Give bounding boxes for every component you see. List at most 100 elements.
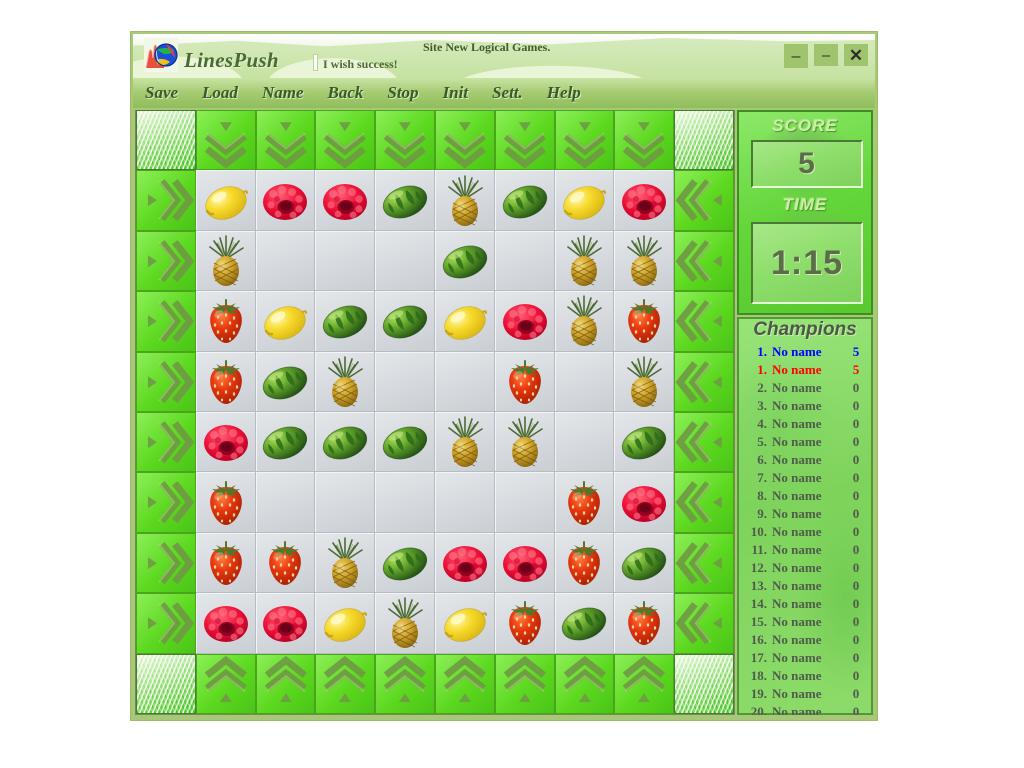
chevron-left-arrow-tile[interactable] <box>674 532 734 594</box>
watermelon-fruit-icon[interactable] <box>315 291 376 352</box>
watermelon-fruit-icon[interactable] <box>614 411 675 473</box>
pineapple-fruit-icon[interactable] <box>315 351 376 412</box>
watermelon-fruit-icon[interactable] <box>614 532 675 594</box>
empty-tile[interactable] <box>375 230 435 292</box>
chevron-right-arrow-tile[interactable] <box>136 230 196 292</box>
strawberry-fruit-icon[interactable] <box>494 593 555 654</box>
chevron-down-arrow-tile[interactable] <box>375 110 435 171</box>
chevron-left-arrow-tile[interactable] <box>674 351 734 412</box>
menu-item-sett[interactable]: Sett. <box>492 83 523 103</box>
chevron-left-arrow-tile[interactable] <box>674 593 734 654</box>
maximize-button[interactable]: – <box>814 44 838 66</box>
watermelon-fruit-icon[interactable] <box>375 170 435 231</box>
lemon-fruit-icon[interactable] <box>255 291 316 352</box>
chevron-up-arrow-tile[interactable] <box>494 653 555 714</box>
chevron-up-arrow-tile[interactable] <box>195 653 256 714</box>
empty-tile[interactable] <box>375 351 435 412</box>
chevron-down-arrow-tile[interactable] <box>614 110 675 171</box>
raspberry-fruit-icon[interactable] <box>255 593 316 654</box>
lemon-fruit-icon[interactable] <box>434 593 495 654</box>
raspberry-fruit-icon[interactable] <box>434 532 495 594</box>
raspberry-fruit-icon[interactable] <box>494 291 555 352</box>
empty-tile[interactable] <box>255 230 316 292</box>
chevron-left-arrow-tile[interactable] <box>674 291 734 352</box>
pineapple-fruit-icon[interactable] <box>614 230 675 292</box>
raspberry-fruit-icon[interactable] <box>614 472 675 533</box>
watermelon-fruit-icon[interactable] <box>375 411 435 473</box>
empty-tile[interactable] <box>434 472 495 533</box>
menu-item-stop[interactable]: Stop <box>387 83 418 103</box>
watermelon-fruit-icon[interactable] <box>255 351 316 412</box>
chevron-left-arrow-tile[interactable] <box>674 411 734 473</box>
pineapple-fruit-icon[interactable] <box>434 170 495 231</box>
chevron-up-arrow-tile[interactable] <box>614 653 675 714</box>
strawberry-fruit-icon[interactable] <box>195 532 256 594</box>
raspberry-fruit-icon[interactable] <box>614 170 675 231</box>
raspberry-fruit-icon[interactable] <box>255 170 316 231</box>
empty-tile[interactable] <box>315 230 376 292</box>
minimize-button[interactable]: – <box>784 44 808 68</box>
strawberry-fruit-icon[interactable] <box>614 291 675 352</box>
watermelon-fruit-icon[interactable] <box>434 230 495 292</box>
watermelon-fruit-icon[interactable] <box>375 291 435 352</box>
empty-tile[interactable] <box>375 472 435 533</box>
strawberry-fruit-icon[interactable] <box>195 291 256 352</box>
chevron-right-arrow-tile[interactable] <box>136 593 196 654</box>
pineapple-fruit-icon[interactable] <box>494 411 555 473</box>
menu-item-back[interactable]: Back <box>327 83 363 103</box>
pineapple-fruit-icon[interactable] <box>554 291 615 352</box>
chevron-up-arrow-tile[interactable] <box>315 653 376 714</box>
chevron-left-arrow-tile[interactable] <box>674 472 734 533</box>
empty-tile[interactable] <box>255 472 316 533</box>
raspberry-fruit-icon[interactable] <box>195 593 256 654</box>
pineapple-fruit-icon[interactable] <box>315 532 376 594</box>
empty-tile[interactable] <box>554 351 615 412</box>
raspberry-fruit-icon[interactable] <box>494 532 555 594</box>
strawberry-fruit-icon[interactable] <box>554 472 615 533</box>
chevron-up-arrow-tile[interactable] <box>255 653 316 714</box>
chevron-right-arrow-tile[interactable] <box>136 170 196 231</box>
empty-tile[interactable] <box>315 472 376 533</box>
chevron-down-arrow-tile[interactable] <box>494 110 555 171</box>
strawberry-fruit-icon[interactable] <box>195 472 256 533</box>
empty-tile[interactable] <box>434 351 495 412</box>
watermelon-fruit-icon[interactable] <box>255 411 316 473</box>
chevron-down-arrow-tile[interactable] <box>434 110 495 171</box>
watermelon-fruit-icon[interactable] <box>315 411 376 473</box>
watermelon-fruit-icon[interactable] <box>494 170 555 231</box>
strawberry-fruit-icon[interactable] <box>554 532 615 594</box>
chevron-up-arrow-tile[interactable] <box>434 653 495 714</box>
menu-item-load[interactable]: Load <box>202 83 238 103</box>
chevron-right-arrow-tile[interactable] <box>136 291 196 352</box>
menu-item-name[interactable]: Name <box>262 83 304 103</box>
empty-tile[interactable] <box>494 230 555 292</box>
watermelon-fruit-icon[interactable] <box>554 593 615 654</box>
chevron-down-arrow-tile[interactable] <box>195 110 256 171</box>
chevron-right-arrow-tile[interactable] <box>136 411 196 473</box>
watermelon-fruit-icon[interactable] <box>375 532 435 594</box>
pineapple-fruit-icon[interactable] <box>614 351 675 412</box>
pineapple-fruit-icon[interactable] <box>434 411 495 473</box>
chevron-up-arrow-tile[interactable] <box>375 653 435 714</box>
raspberry-fruit-icon[interactable] <box>315 170 376 231</box>
chevron-left-arrow-tile[interactable] <box>674 170 734 231</box>
lemon-fruit-icon[interactable] <box>554 170 615 231</box>
pineapple-fruit-icon[interactable] <box>375 593 435 654</box>
chevron-down-arrow-tile[interactable] <box>315 110 376 171</box>
close-button[interactable]: ✕ <box>844 44 868 66</box>
lemon-fruit-icon[interactable] <box>315 593 376 654</box>
lemon-fruit-icon[interactable] <box>195 170 256 231</box>
menu-item-init[interactable]: Init <box>443 83 469 103</box>
chevron-right-arrow-tile[interactable] <box>136 351 196 412</box>
lemon-fruit-icon[interactable] <box>434 291 495 352</box>
strawberry-fruit-icon[interactable] <box>195 351 256 412</box>
strawberry-fruit-icon[interactable] <box>494 351 555 412</box>
pineapple-fruit-icon[interactable] <box>554 230 615 292</box>
chevron-right-arrow-tile[interactable] <box>136 472 196 533</box>
chevron-right-arrow-tile[interactable] <box>136 532 196 594</box>
empty-tile[interactable] <box>554 411 615 473</box>
empty-tile[interactable] <box>494 472 555 533</box>
menu-item-help[interactable]: Help <box>547 83 581 103</box>
strawberry-fruit-icon[interactable] <box>614 593 675 654</box>
chevron-down-arrow-tile[interactable] <box>255 110 316 171</box>
